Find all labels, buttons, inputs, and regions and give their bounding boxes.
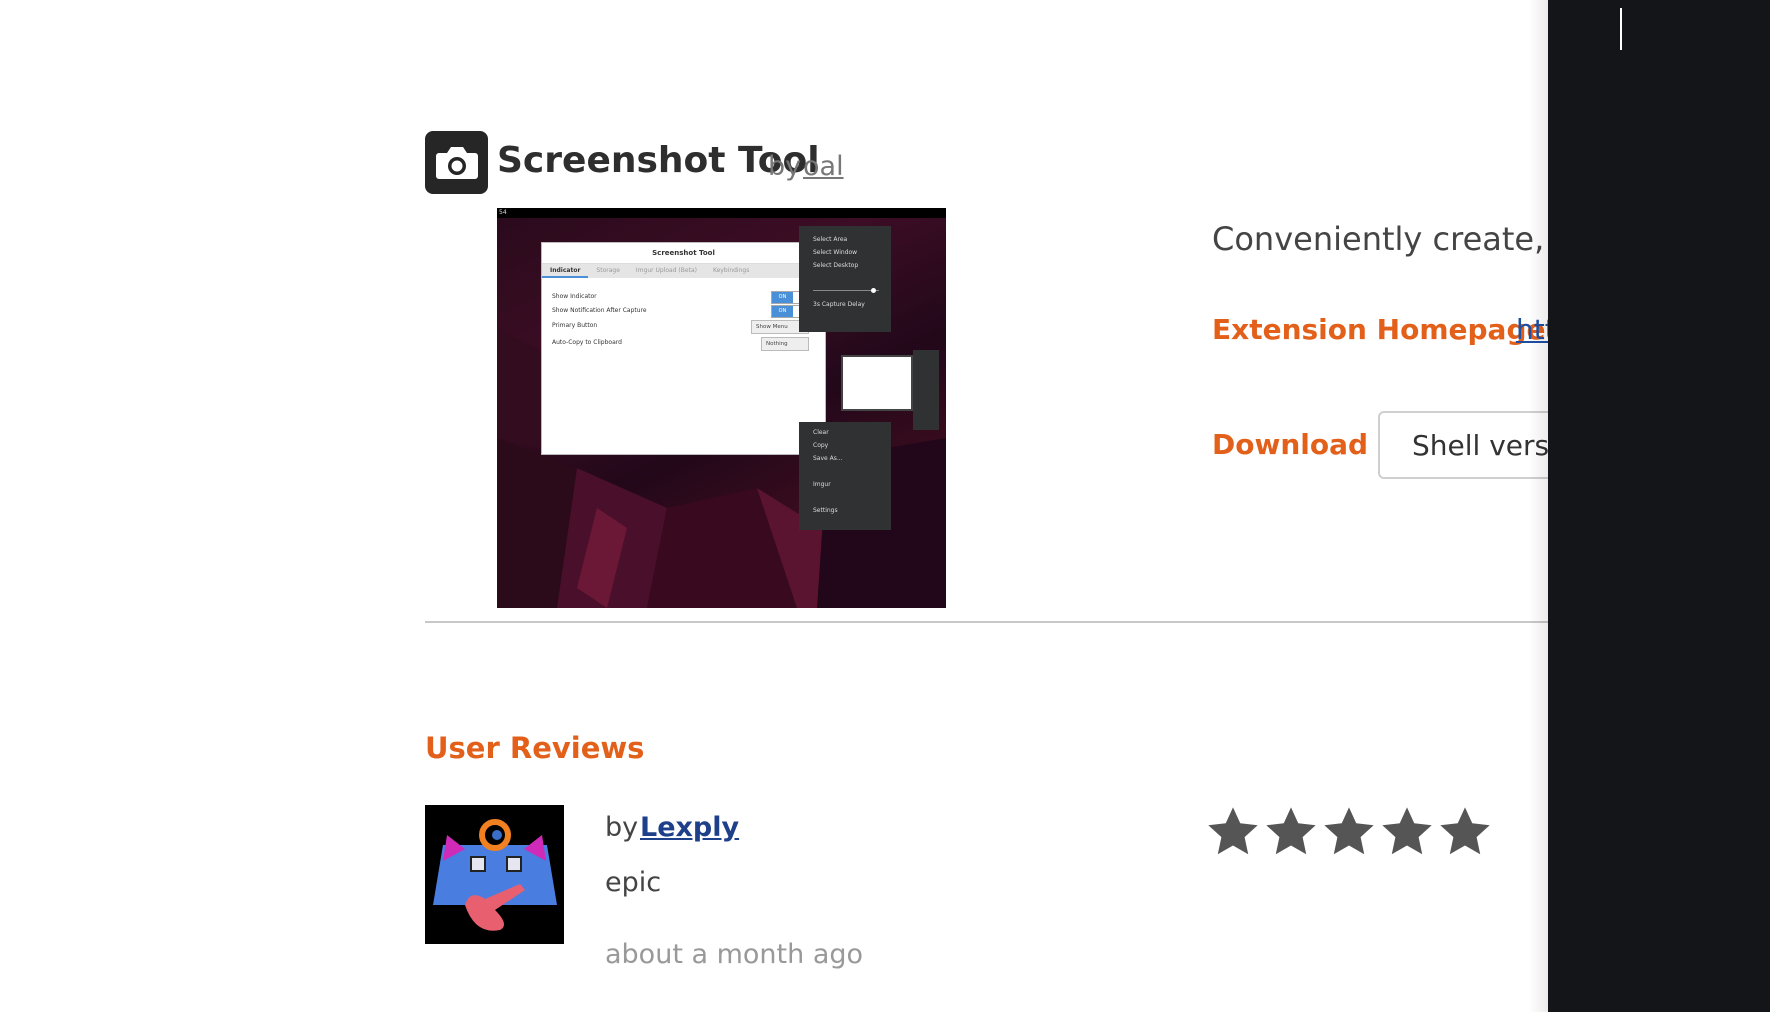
extension-description: Conveniently create, co: [1212, 220, 1548, 258]
star-icon: [1262, 803, 1320, 861]
preview-actions-menu: Clear Copy Save As... Imgur Settings: [799, 422, 891, 530]
preview-thumbnail: [841, 355, 913, 411]
preview-toggle-value: ON: [772, 306, 793, 317]
preview-menu-item: Copy: [813, 442, 829, 449]
preview-toggle-value: ON: [772, 292, 793, 303]
review-text: epic: [605, 867, 662, 898]
preview-setting-label: Show Notification After Capture: [552, 307, 647, 314]
avatar: [425, 805, 564, 944]
preview-slider-knob: [871, 288, 876, 293]
review-by-label: by: [605, 812, 639, 843]
star-icon: [1436, 803, 1494, 861]
preview-tabs: Indicator Storage Imgur Upload (Beta) Ke…: [542, 264, 825, 278]
preview-setting-label: Auto-Copy to Clipboard: [552, 339, 622, 346]
download-label: Download: [1212, 428, 1369, 461]
extension-page: Screenshot Tool by oal 54 Screenshot Too…: [0, 0, 1548, 1012]
preview-side-column: [913, 350, 939, 430]
review-rating: [1204, 803, 1494, 861]
preview-menu-item: Save As...: [813, 455, 843, 462]
panel-shadow: [1528, 0, 1548, 1012]
preview-combo: Nothing: [761, 337, 809, 351]
preview-window-title-text: Screenshot Tool: [652, 249, 715, 257]
camera-icon: [425, 131, 488, 194]
star-icon: [1320, 803, 1378, 861]
shell-version-select[interactable]: Shell versio: [1378, 411, 1548, 479]
author-by-label: by: [768, 151, 802, 182]
text-cursor: [1620, 8, 1622, 50]
preview-tab: Imgur Upload (Beta): [635, 267, 697, 274]
preview-menu-item: Clear: [813, 429, 829, 436]
preview-capture-menu: Select Area Select Window Select Desktop…: [799, 226, 891, 332]
dark-side-panel: [1548, 0, 1770, 1012]
screenshot-topbar: 54: [497, 208, 946, 218]
preview-menu-item: Imgur: [813, 481, 831, 488]
preview-menu-item: Select Desktop: [813, 262, 859, 269]
preview-tab: Storage: [596, 267, 620, 274]
extension-screenshot[interactable]: 54 Screenshot Tool × Indicator Storage I…: [497, 208, 946, 608]
review-time: about a month ago: [605, 939, 864, 970]
star-icon: [1204, 803, 1262, 861]
review-user-link[interactable]: Lexply: [640, 812, 739, 843]
preview-tab: Keybindings: [712, 267, 750, 274]
section-divider: [425, 621, 1548, 623]
preview-tab: Indicator: [542, 264, 589, 278]
preview-menu-item: Select Area: [813, 236, 848, 243]
author-link[interactable]: oal: [803, 151, 844, 182]
preview-setting-label: Primary Button: [552, 322, 598, 329]
screenshot-clock: 54: [499, 209, 507, 216]
homepage-label: Extension Homepage: [1212, 313, 1546, 346]
preview-delay-slider: [813, 290, 879, 291]
reviews-title: User Reviews: [425, 731, 645, 765]
preview-menu-item: Select Window: [813, 249, 858, 256]
preview-setting-label: Show Indicator: [552, 293, 597, 300]
preview-menu-item: 3s Capture Delay: [813, 301, 865, 308]
preview-menu-item: Settings: [813, 507, 838, 514]
preview-settings-window: Screenshot Tool × Indicator Storage Imgu…: [541, 242, 826, 455]
star-icon: [1378, 803, 1436, 861]
preview-window-title: Screenshot Tool ×: [542, 243, 825, 264]
